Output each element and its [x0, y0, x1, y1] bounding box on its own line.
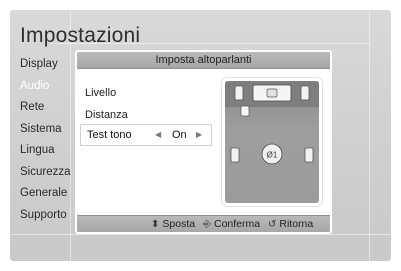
- footer-move-label: Sposta: [162, 218, 196, 230]
- settings-menu: Display Audio Rete Sistema Lingua Sicure…: [20, 54, 80, 226]
- subwoofer-icon: [240, 105, 250, 117]
- menu-item-generale[interactable]: Generale: [20, 183, 80, 205]
- menu-item-display[interactable]: Display: [20, 54, 80, 76]
- option-test-tono-label: Test tono: [87, 129, 132, 141]
- return-icon: ↺: [268, 218, 277, 230]
- menu-item-audio[interactable]: Audio: [20, 76, 80, 98]
- center-speaker-icon: [266, 88, 278, 98]
- menu-item-sistema[interactable]: Sistema: [20, 119, 80, 141]
- arrow-right-icon[interactable]: ▶: [196, 130, 202, 139]
- footer-confirm-label: Conferma: [214, 218, 261, 230]
- arrow-left-icon[interactable]: ◀: [155, 130, 161, 139]
- option-livello[interactable]: Livello: [85, 87, 116, 99]
- enter-key-icon: ⎆: [203, 218, 211, 230]
- page-title: Impostazioni: [20, 24, 141, 47]
- menu-item-sicurezza[interactable]: Sicurezza: [20, 162, 80, 184]
- speaker-layout-icon: Ø1: [230, 84, 314, 165]
- menu-item-rete[interactable]: Rete: [20, 97, 80, 119]
- option-test-tono-value: On: [172, 129, 187, 141]
- menu-item-supporto[interactable]: Supporto: [20, 205, 80, 227]
- decorative-guide-line: [369, 10, 370, 261]
- speaker-settings-dialog: Imposta altoparlanti Livello Distanza Te…: [75, 50, 332, 234]
- dialog-body: Livello Distanza Test tono ◀ On ▶ Ø1: [77, 69, 330, 215]
- footer-move: ⬍ Sposta: [151, 218, 195, 230]
- room-diagram: Ø1: [225, 81, 319, 203]
- option-distanza[interactable]: Distanza: [85, 109, 128, 121]
- dialog-footer: ⬍ Sposta ⎆ Conferma ↺ Ritorna: [77, 215, 330, 232]
- listener-label: Ø1: [267, 151, 278, 160]
- footer-back-label: Ritorna: [279, 218, 314, 230]
- footer-back: ↺ Ritorna: [268, 218, 313, 230]
- option-test-tono[interactable]: Test tono ◀ On ▶: [80, 124, 212, 146]
- front-right-speaker-icon: [300, 85, 310, 101]
- surround-right-speaker-icon: [304, 147, 314, 163]
- dialog-title: Imposta altoparlanti: [77, 52, 330, 69]
- decorative-guide-line: [10, 234, 391, 235]
- surround-left-speaker-icon: [230, 147, 240, 163]
- footer-confirm: ⎆ Conferma: [203, 218, 260, 230]
- speaker-diagram: Ø1: [221, 77, 323, 207]
- menu-item-lingua[interactable]: Lingua: [20, 140, 80, 162]
- up-down-arrows-icon: ⬍: [151, 218, 160, 230]
- front-left-speaker-icon: [234, 85, 244, 101]
